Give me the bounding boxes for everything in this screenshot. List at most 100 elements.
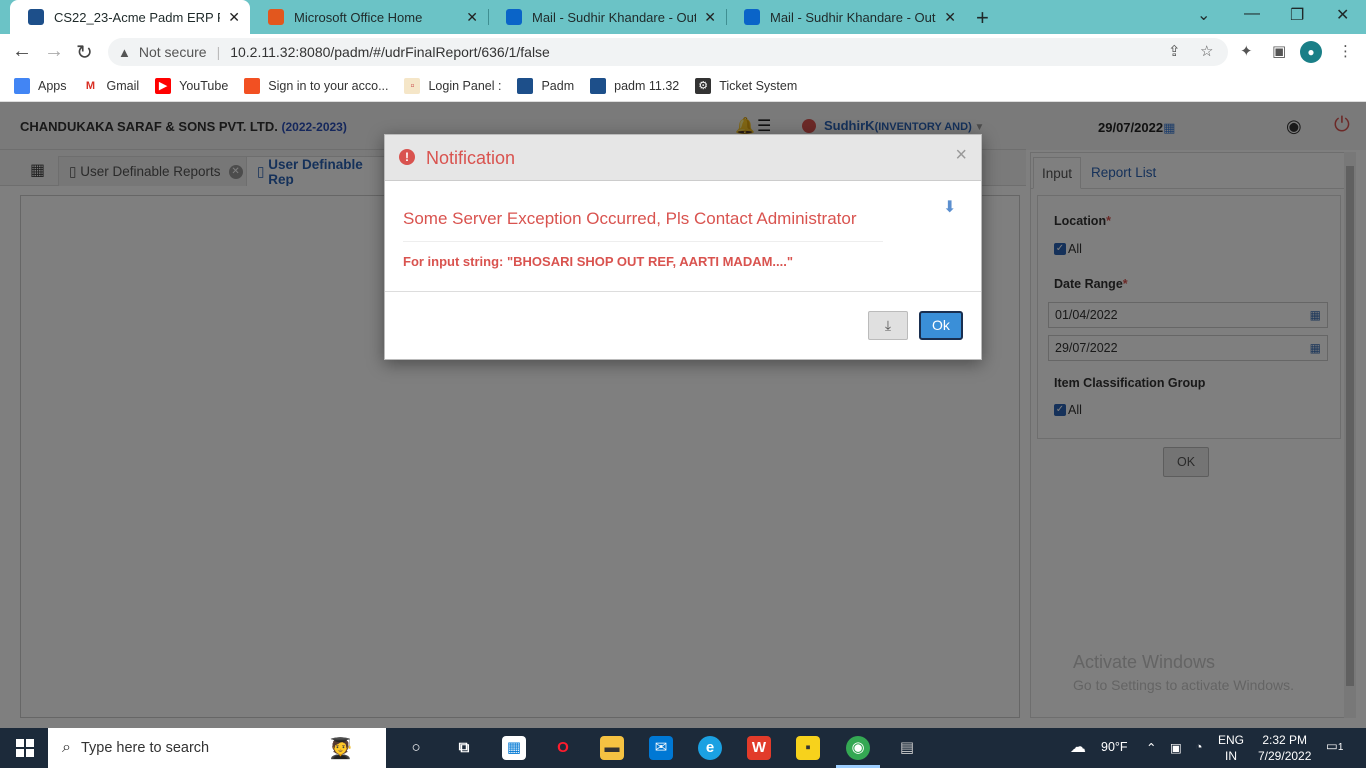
tab-close-icon[interactable]: ✕ [466,9,478,26]
cortana-icon[interactable]: ○ [404,736,428,760]
login-panel-icon: ▫ [404,77,421,94]
tab-close-icon[interactable]: ✕ [944,9,956,26]
youtube-icon: ▶ [155,77,172,94]
browser-tab-padm[interactable]: CS22_23-Acme Padm ERP Platfor ✕ [10,0,250,34]
language-indicator[interactable]: ENG IN [1218,732,1244,764]
security-tray-icon[interactable]: ▣ [1170,740,1182,755]
browser-tab-office[interactable]: Microsoft Office Home ✕ [250,0,488,34]
forward-button[interactable]: → [44,40,64,63]
tray-expand-icon[interactable]: ⌃ [1146,740,1156,755]
bookmark-label: Gmail [106,78,140,93]
windows-start-icon[interactable] [16,739,34,757]
ok-button[interactable]: Ok [919,311,963,340]
bookmarks-bar: Apps M Gmail ▶ YouTube Sign in to your acc… [0,70,1366,102]
task-view-icon[interactable]: ⧉ [452,736,476,760]
warning-icon: ▲ [118,44,131,60]
mail-icon[interactable]: ✉ [649,736,673,760]
tab-title: Microsoft Office Home [294,9,423,25]
divider: | [216,44,221,60]
notification-center[interactable]: ▭1 [1326,738,1343,753]
bookmark-padm[interactable]: Padm [517,77,575,94]
error-message: Some Server Exception Occurred, Pls Cont… [403,209,883,242]
gmail-icon: M [82,77,99,94]
outlook-favicon-icon [506,9,522,25]
dialog-footer-divider [385,291,981,292]
back-button[interactable]: ← [12,40,32,63]
notification-dialog: ! Notification × Some Server Exception O… [384,134,982,360]
reload-button[interactable]: ↻ [76,40,93,65]
dialog-header: ! Notification × [385,135,981,181]
minimize-button[interactable]: — [1244,5,1260,23]
error-detail: For input string: "BHOSARI SHOP OUT REF,… [403,254,794,269]
padm-icon [590,77,607,94]
download-icon: ⤓ [884,317,892,333]
search-placeholder: Type here to search [80,740,210,756]
bookmark-label: Sign in to your acco... [268,78,389,93]
bookmark-label: Login Panel : [428,78,502,93]
tab-title: Mail - Sudhir Khandare - Outlook [532,9,697,25]
tab-search-icon[interactable]: ⌄ [1197,5,1210,25]
system-clock[interactable]: 2:32 PM 7/29/2022 [1258,732,1311,764]
file-explorer-icon[interactable]: ▬ [600,736,624,760]
ticket-system-icon: ⚙ [695,77,712,94]
windows-taskbar: ⌕ Type here to search 🧑‍🎓 ○ ⧉ ▦ O ▬ ✉ e … [0,728,1366,768]
bookmark-padm-1132[interactable]: padm 11.32 [590,77,680,94]
close-icon[interactable]: × [955,144,967,167]
bookmark-gmail[interactable]: M Gmail [82,77,140,94]
weather-temp[interactable]: 90°F [1101,740,1128,754]
download-button[interactable]: ⤓ [868,311,908,340]
browser-tab-outlook-2[interactable]: Mail - Sudhir Khandare - Outlook ✕ [726,0,966,34]
apps-grid-icon [14,77,30,94]
profile-avatar[interactable]: ● [1300,41,1322,63]
error-icon: ! [399,149,415,165]
edge-icon[interactable]: e [698,736,722,760]
bookmark-label: YouTube [179,78,229,93]
close-window-button[interactable]: ✕ [1336,5,1349,25]
bookmark-label: Apps [38,78,67,93]
opera-icon[interactable]: O [551,736,575,760]
microsoft-icon [244,77,261,94]
sticky-notes-icon[interactable]: ▪ [796,736,820,760]
browser-tab-outlook-1[interactable]: Mail - Sudhir Khandare - Outlook ✕ [488,0,726,34]
restore-button[interactable]: ❐ [1290,5,1304,25]
network-icon[interactable]: ◔ [1195,740,1203,754]
notification-icon: ▭ [1326,739,1338,753]
dialog-title: Notification [426,148,516,168]
side-panel-icon[interactable]: ▣ [1272,42,1286,60]
new-tab-button[interactable]: + [976,5,989,31]
bookmark-label: Ticket System [719,78,798,93]
tab-title: CS22_23-Acme Padm ERP Platfor [54,9,220,25]
browser-toolbar: ← → ↻ ▲ Not secure | 10.2.11.32:8080/pad… [0,34,1366,70]
tab-title: Mail - Sudhir Khandare - Outlook [770,9,936,25]
wps-icon[interactable]: W [747,736,771,760]
browser-tabstrip: CS22_23-Acme Padm ERP Platfor ✕ Microsof… [0,0,1366,34]
outlook-favicon-icon [744,9,760,25]
lang-line1: ENG [1218,733,1245,747]
address-bar[interactable]: ▲ Not secure | 10.2.11.32:8080/padm/#/ud… [108,38,1228,66]
bookmark-signin[interactable]: Sign in to your acco... [244,77,389,94]
url-text[interactable]: 10.2.11.32:8080/padm/#/udrFinalReport/63… [230,44,550,60]
bookmark-youtube[interactable]: ▶ YouTube [155,77,229,94]
padm-icon [517,77,534,94]
chrome-icon[interactable]: ◉ [846,736,870,760]
bookmark-label: padm 11.32 [614,78,680,93]
extensions-icon[interactable]: ✦ [1240,42,1253,60]
bookmark-label: Padm [541,78,575,93]
padm-favicon-icon [28,9,44,25]
bookmark-star-icon[interactable]: ☆ [1200,42,1213,60]
tab-close-icon[interactable]: ✕ [228,9,240,26]
security-label[interactable]: Not secure [139,44,207,60]
bookmark-apps[interactable]: Apps [14,77,67,94]
bookmark-login-panel[interactable]: ▫ Login Panel : [404,77,502,94]
scanner-icon[interactable]: ▤ [895,736,919,760]
taskbar-search[interactable]: ⌕ Type here to search 🧑‍🎓 [48,728,386,768]
share-icon[interactable]: ⇪ [1168,42,1181,60]
menu-icon[interactable]: ⋮ [1338,42,1353,60]
arrow-down-icon[interactable]: ⬇ [943,197,956,217]
bookmark-ticket-system[interactable]: ⚙ Ticket System [695,77,798,94]
weather-icon[interactable]: ☁ [1070,737,1086,757]
tab-close-icon[interactable]: ✕ [704,9,716,26]
store-icon[interactable]: ▦ [502,736,526,760]
search-highlight-icon: 🧑‍🎓 [328,738,353,760]
clock-date: 7/29/2022 [1258,749,1312,763]
